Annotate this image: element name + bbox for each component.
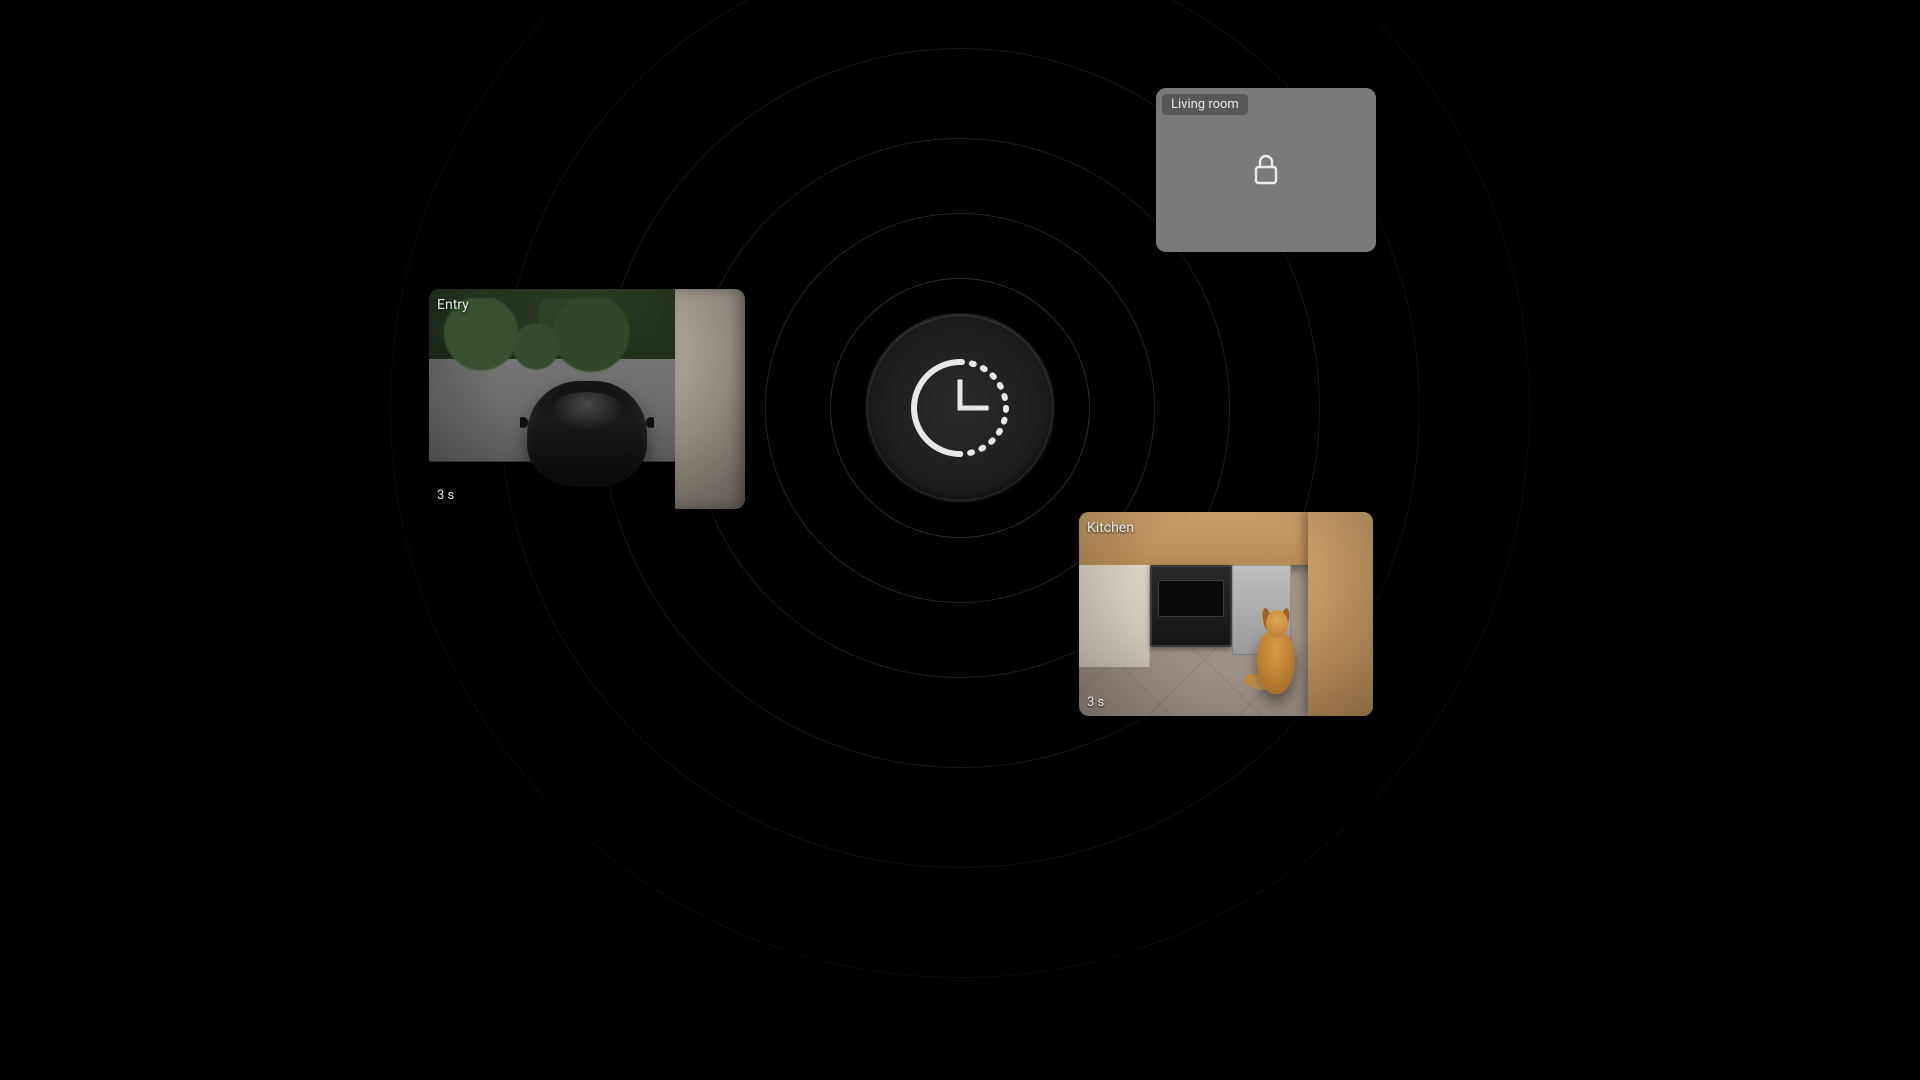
camera-label: Entry <box>437 297 469 313</box>
hub-clock-button[interactable] <box>865 313 1055 503</box>
camera-label: Kitchen <box>1087 520 1134 536</box>
camera-thumbnail-kitchen <box>1079 512 1373 716</box>
clock-icon <box>900 348 1020 468</box>
camera-tile-kitchen[interactable]: Kitchen 3 s <box>1079 512 1373 716</box>
camera-tile-entry[interactable]: Entry 3 s <box>429 289 745 509</box>
camera-timestamp: 3 s <box>1087 695 1104 710</box>
camera-tile-living-room[interactable]: Living room <box>1156 88 1376 252</box>
camera-timestamp: 3 s <box>437 488 454 503</box>
lock-icon <box>1251 153 1281 187</box>
camera-thumbnail-entry <box>429 289 745 509</box>
security-hub-stage: Entry 3 s Living room <box>232 0 1688 816</box>
